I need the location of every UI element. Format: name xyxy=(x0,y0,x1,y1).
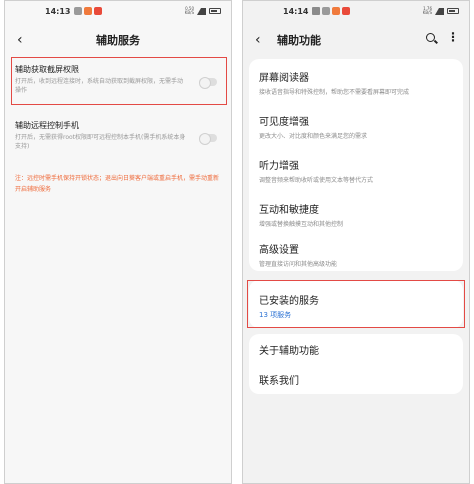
signal-icon xyxy=(197,7,206,15)
page-title: 辅助服务 xyxy=(96,34,140,47)
phone-screen-right: 14:14 1.76 KB/S ‹ 辅助功能 ⋮ 屏幕阅读器 接收语音指导和特殊控… xyxy=(242,0,470,484)
notification-icon xyxy=(322,7,331,15)
menu-item-visibility[interactable]: 可见度增强 更改大小、对比度和颜色来满足您的需求 xyxy=(259,113,455,140)
battery-icon xyxy=(209,8,221,14)
notification-icon xyxy=(74,7,83,15)
about-card: 关于辅助功能 联系我们 xyxy=(249,334,463,394)
notification-icon xyxy=(94,7,103,15)
remote-control-toggle[interactable] xyxy=(199,133,217,145)
search-icon[interactable] xyxy=(426,33,435,42)
gallery-notification-icon xyxy=(312,7,321,15)
status-bar: 14:13 0.50 KB/S xyxy=(5,1,231,21)
notification-icon xyxy=(332,7,341,15)
phone-screen-left: 14:13 0.50 KB/S ‹ 辅助服务 辅助获取截屏权限 打开后，收到远程连… xyxy=(4,0,232,484)
status-right: 0.50 KB/S xyxy=(185,7,221,15)
network-speed: 0.50 KB/S xyxy=(184,6,194,15)
setting-screenshot-permission[interactable]: 辅助获取截屏权限 打开后，收到远程连接时，系统自动获取到截屏权限，无需手动操作 xyxy=(15,64,221,95)
page-title: 辅助功能 xyxy=(277,34,321,47)
menu-item-contact[interactable]: 联系我们 xyxy=(259,372,455,387)
more-options-icon[interactable]: ⋮ xyxy=(447,31,459,43)
app-header: ‹ 辅助服务 xyxy=(5,29,231,51)
menu-item-interaction[interactable]: 互动和敏捷度 增强或替换触摸互动和其他控制 xyxy=(259,201,455,228)
status-bar: 14:14 1.76 KB/S xyxy=(243,1,469,21)
setting-title: 辅助获取截屏权限 xyxy=(15,65,79,74)
setting-desc: 打开后，收到远程连接时，系统自动获取到截屏权限，无需手动操作 xyxy=(15,78,184,94)
status-time: 14:13 xyxy=(45,6,71,16)
menu-item-advanced[interactable]: 高级设置 管理直接访问和其他高级功能 xyxy=(259,241,455,268)
settings-card: 屏幕阅读器 接收语音指导和特殊控制，帮助您不需要看屏幕即可完成 可见度增强 更改… xyxy=(249,59,463,271)
setting-title: 辅助远程控制手机 xyxy=(15,121,79,130)
menu-item-hearing[interactable]: 听力增强 调整音频来帮助收听或使用文本等替代方式 xyxy=(259,157,455,184)
menu-item-about[interactable]: 关于辅助功能 xyxy=(259,342,455,357)
network-speed: 1.76 KB/S xyxy=(422,6,432,15)
back-arrow-icon[interactable]: ‹ xyxy=(255,32,261,48)
status-right: 1.76 KB/S xyxy=(423,7,459,15)
signal-icon xyxy=(435,7,444,15)
menu-item-screen-reader[interactable]: 屏幕阅读器 接收语音指导和特殊控制，帮助您不需要看屏幕即可完成 xyxy=(259,69,455,96)
status-time: 14:14 xyxy=(283,6,309,16)
screenshot-permission-toggle[interactable] xyxy=(199,77,217,89)
setting-desc: 打开后，无需获得root权限即可远程控制本手机(需手机系统本身支持) xyxy=(15,134,186,150)
notification-icon xyxy=(342,7,351,15)
notice-text: 注：远控时需手机保持开锁状态；退出向日葵客户端或重启手机，需手动重新开启辅助服务 xyxy=(15,175,220,193)
battery-icon xyxy=(447,8,459,14)
setting-remote-control[interactable]: 辅助远程控制手机 打开后，无需获得root权限即可远程控制本手机(需手机系统本身… xyxy=(15,120,221,151)
back-arrow-icon[interactable]: ‹ xyxy=(17,32,23,48)
app-header: ‹ 辅助功能 ⋮ xyxy=(243,29,469,51)
notification-icon xyxy=(84,7,93,15)
highlight-frame xyxy=(247,280,465,328)
